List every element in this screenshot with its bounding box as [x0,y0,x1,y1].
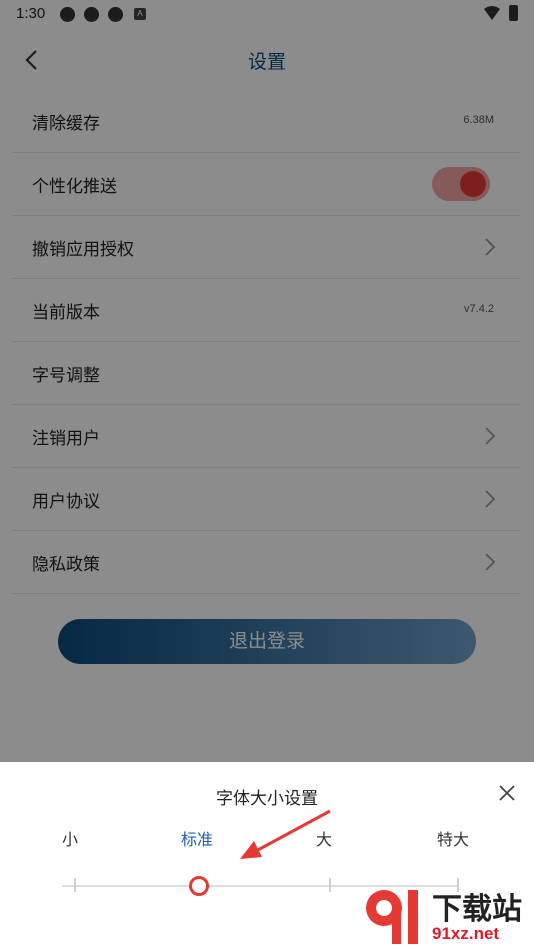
slider-tick [74,878,76,892]
size-option-small[interactable]: 小 [62,826,78,850]
red-arrow-annotation [240,809,331,859]
size-option-standard[interactable]: 标准 [181,826,213,850]
font-size-slider-thumb[interactable] [189,876,209,896]
slider-tick [329,878,331,892]
close-icon[interactable] [498,784,516,802]
watermark-url: 91xz.net [432,924,500,943]
watermark-logo: 下载站 91xz.net [362,884,534,950]
settings-screen: 1:30 A 设置 清除缓存 6.38M 个性化推送 撤销应用授权 当前版本 v… [0,0,534,950]
watermark-text: 下载站 [432,892,522,927]
watermark-91-icon [366,890,418,944]
modal-overlay[interactable] [0,0,534,762]
size-option-extra-large[interactable]: 特大 [437,826,469,850]
